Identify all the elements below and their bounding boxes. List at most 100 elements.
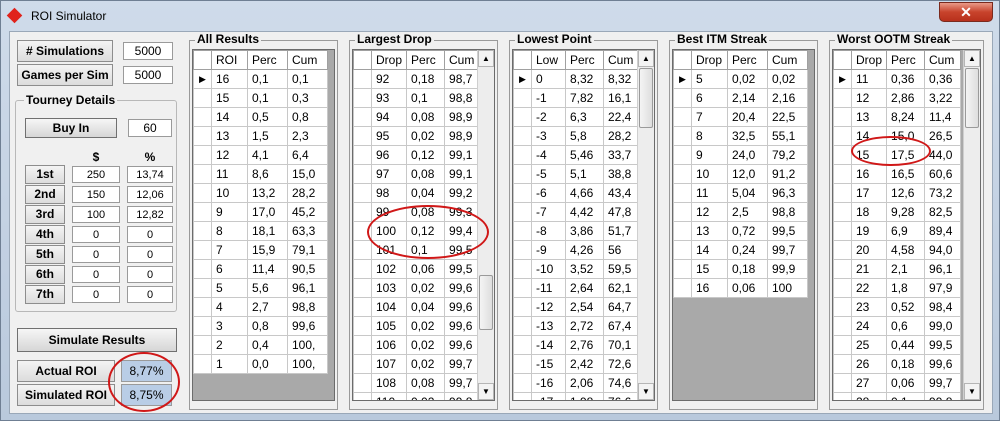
table-cell[interactable]: 28,2 — [603, 126, 640, 146]
row-indicator[interactable] — [193, 354, 212, 374]
table-cell[interactable]: 11,4 — [247, 259, 288, 279]
table-cell[interactable]: 24,0 — [727, 145, 768, 165]
table-cell[interactable]: -6 — [531, 183, 566, 203]
table-cell[interactable]: 1,8 — [886, 278, 926, 298]
table-cell[interactable]: 8,6 — [247, 164, 288, 184]
row-indicator[interactable] — [833, 221, 852, 241]
table-cell[interactable]: 2,54 — [565, 297, 604, 317]
table-cell[interactable]: 0,08 — [406, 107, 446, 127]
table-cell[interactable]: 15,9 — [247, 240, 288, 260]
table-cell[interactable]: 5,46 — [565, 145, 604, 165]
row-indicator[interactable] — [673, 221, 692, 241]
table-cell[interactable]: 22,5 — [767, 107, 808, 127]
table-cell[interactable]: 56 — [603, 240, 640, 260]
scroll-up-arrow-icon[interactable]: ▲ — [964, 50, 980, 67]
table-row[interactable]: 27 0,06 99,7 — [833, 373, 962, 393]
row-indicator[interactable] — [193, 183, 212, 203]
row-indicator[interactable] — [513, 392, 532, 400]
table-row[interactable]: -8 3,86 51,7 — [513, 221, 640, 241]
table-row[interactable]: 11 5,04 96,3 — [673, 183, 808, 203]
table-cell[interactable]: 5,6 — [247, 278, 288, 298]
table-cell[interactable]: 79,1 — [287, 240, 328, 260]
table-cell[interactable]: 97 — [370, 164, 408, 184]
row-indicator[interactable] — [833, 164, 852, 184]
row-indicator[interactable] — [353, 316, 372, 336]
table-cell[interactable]: 0,36 — [886, 69, 926, 89]
row-indicator[interactable] — [353, 392, 372, 400]
table-cell[interactable]: 33,7 — [603, 145, 640, 165]
table-cell[interactable]: 98,8 — [767, 202, 808, 222]
close-button[interactable]: ✕ — [939, 2, 993, 22]
current-row-arrow-icon[interactable]: ▶ — [673, 69, 692, 89]
row-indicator[interactable] — [353, 354, 372, 374]
table-row[interactable]: 13 1,5 2,3 — [193, 126, 328, 146]
row-indicator[interactable] — [833, 88, 852, 108]
row-indicator[interactable] — [193, 335, 212, 355]
table-cell[interactable]: 73,2 — [924, 183, 962, 203]
table-cell[interactable]: 98,4 — [924, 297, 962, 317]
simulate-results-button[interactable]: Simulate Results — [17, 328, 177, 352]
table-cell[interactable]: 9,28 — [886, 202, 926, 222]
table-cell[interactable]: 0,1 — [247, 88, 288, 108]
table-row[interactable]: 19 6,9 89,4 — [833, 221, 962, 241]
table-row[interactable]: 12 2,86 3,22 — [833, 88, 962, 108]
row-indicator[interactable] — [673, 164, 692, 184]
table-cell[interactable]: 99,6 — [287, 316, 328, 336]
table-cell[interactable]: 0,18 — [886, 354, 926, 374]
table-cell[interactable]: 99,7 — [444, 373, 482, 393]
table-cell[interactable]: 90,5 — [287, 259, 328, 279]
table-cell[interactable]: 13 — [850, 107, 888, 127]
table-cell[interactable]: 60,6 — [924, 164, 962, 184]
table-cell[interactable]: 96,1 — [287, 278, 328, 298]
table-cell[interactable]: 2,86 — [886, 88, 926, 108]
scroll-thumb[interactable] — [965, 68, 979, 128]
row-indicator[interactable] — [513, 316, 532, 336]
table-cell[interactable]: 0,04 — [406, 183, 446, 203]
table-cell[interactable]: 99,6 — [444, 316, 482, 336]
table-cell[interactable]: 79,2 — [767, 145, 808, 165]
table-cell[interactable]: 10 — [211, 183, 248, 203]
table-row[interactable]: 96 0,12 99,1 — [353, 145, 482, 165]
table-row[interactable]: 9 24,0 79,2 — [673, 145, 808, 165]
scroll-thumb[interactable] — [479, 275, 493, 330]
table-cell[interactable]: 95 — [370, 126, 408, 146]
table-cell[interactable]: 2 — [211, 335, 248, 355]
place-4th-percent-input[interactable]: 0 — [127, 226, 173, 243]
best-itm-streak-grid[interactable]: Drop Perc Cum ▶ 5 0,02 0,02 6 2,14 2,16 7 20,4 22,5 8… — [672, 49, 815, 401]
table-row[interactable]: 22 1,8 97,9 — [833, 278, 962, 298]
row-indicator[interactable] — [353, 335, 372, 355]
table-cell[interactable]: 99,1 — [444, 164, 482, 184]
table-row[interactable]: -3 5,8 28,2 — [513, 126, 640, 146]
row-indicator[interactable] — [353, 259, 372, 279]
row-indicator[interactable] — [193, 221, 212, 241]
table-cell[interactable]: 96,1 — [924, 259, 962, 279]
place-5th-dollar-input[interactable]: 0 — [72, 246, 120, 263]
table-cell[interactable]: -17 — [531, 392, 566, 400]
table-cell[interactable]: 19 — [850, 221, 888, 241]
table-cell[interactable]: 0,08 — [406, 164, 446, 184]
row-indicator[interactable] — [833, 240, 852, 260]
table-cell[interactable]: -7 — [531, 202, 566, 222]
table-cell[interactable]: 72,6 — [603, 354, 640, 374]
table-cell[interactable]: 38,8 — [603, 164, 640, 184]
row-indicator[interactable] — [673, 145, 692, 165]
row-indicator[interactable] — [833, 107, 852, 127]
current-row-arrow-icon[interactable]: ▶ — [193, 69, 212, 89]
column-header[interactable]: Drop — [370, 50, 408, 70]
table-cell[interactable]: 0,02 — [406, 316, 446, 336]
table-row[interactable]: 95 0,02 98,9 — [353, 126, 482, 146]
table-cell[interactable]: 0,18 — [406, 69, 446, 89]
table-cell[interactable]: 2,76 — [565, 335, 604, 355]
table-cell[interactable]: 0,02 — [406, 354, 446, 374]
table-cell[interactable]: 0,04 — [406, 297, 446, 317]
table-cell[interactable]: 0,72 — [727, 221, 768, 241]
table-row[interactable]: 3 0,8 99,6 — [193, 316, 328, 336]
table-cell[interactable]: 99,7 — [444, 354, 482, 374]
table-cell[interactable]: 12 — [850, 88, 888, 108]
table-cell[interactable]: 96 — [370, 145, 408, 165]
table-cell[interactable]: 0,44 — [886, 335, 926, 355]
place-7th-dollar-input[interactable]: 0 — [72, 286, 120, 303]
table-row[interactable]: 10 13,2 28,2 — [193, 183, 328, 203]
table-cell[interactable]: 99,6 — [444, 278, 482, 298]
table-cell[interactable]: -9 — [531, 240, 566, 260]
